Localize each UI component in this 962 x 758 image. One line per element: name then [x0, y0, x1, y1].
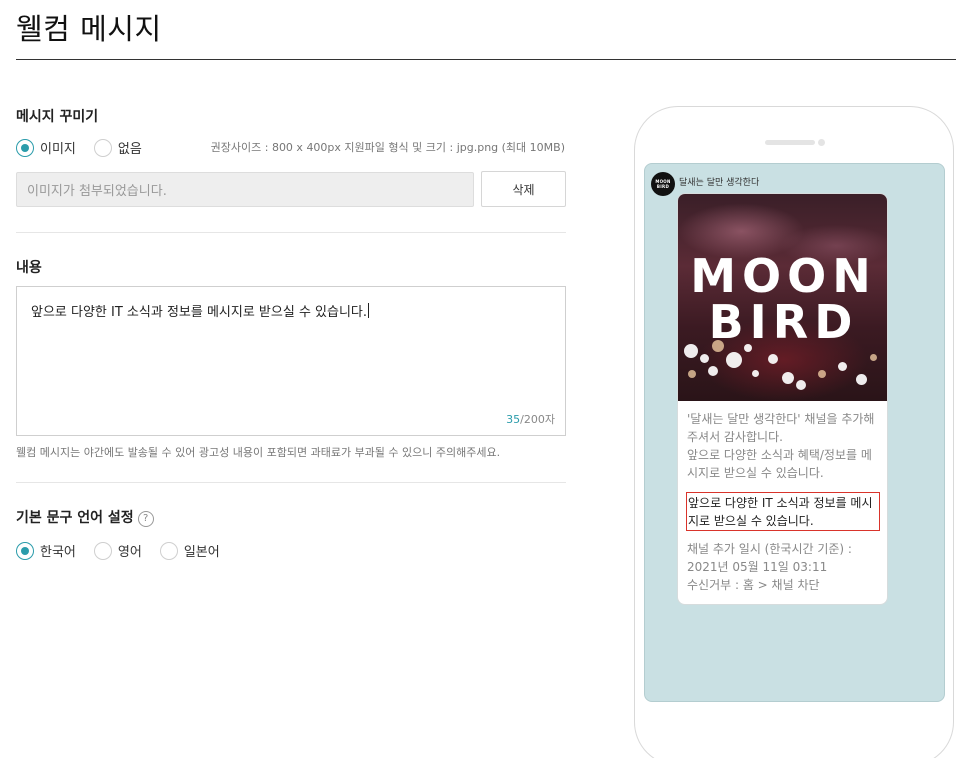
intro-line: 시지로 받으실 수 있습니다. — [687, 466, 824, 480]
intro-line: 앞으로 다양한 소식과 혜택/정보를 메 — [687, 448, 872, 462]
radio-image-label: 이미지 — [40, 142, 76, 157]
radio-korean-label: 한국어 — [40, 545, 76, 560]
image-file-status: 이미지가 첨부되었습니다. — [27, 184, 167, 199]
bokeh-light — [684, 344, 698, 358]
bokeh-light — [782, 372, 794, 384]
bokeh-light — [700, 354, 709, 363]
page-title: 웰컴 메시지 — [16, 12, 162, 46]
image-size-hint: 권장사이즈 : 800 x 400px 지원파일 형식 및 크기 : jpg.p… — [210, 141, 565, 154]
intro-line: '달새는 달만 생각한다' 채널을 추가해 — [687, 412, 875, 426]
decoration-radio-group: 이미지 없음 — [16, 138, 160, 157]
night-send-warning: 웰컴 메시지는 야간에도 발송될 수 있어 광고성 내용이 포함되면 과태료가 … — [16, 446, 501, 459]
language-section-label: 기본 문구 언어 설정? — [16, 507, 154, 527]
radio-english-indicator[interactable] — [93, 541, 112, 560]
bubble-footer: 채널 추가 일시 (한국시간 기준) : 2021년 05월 11일 03:11… — [687, 540, 883, 594]
radio-none-indicator[interactable] — [93, 138, 112, 157]
message-content-textarea[interactable]: 앞으로 다양한 IT 소식과 정보를 메시지로 받으실 수 있습니다. 35/2… — [16, 286, 566, 436]
intro-line: 주셔서 감사합니다. — [687, 430, 783, 444]
character-counter: 35/200자 — [506, 411, 555, 427]
bokeh-light — [752, 370, 759, 377]
bokeh-light — [726, 352, 742, 368]
radio-none-label: 없음 — [117, 142, 142, 157]
bokeh-light — [838, 362, 847, 371]
character-count-current: 35 — [506, 413, 521, 426]
message-content-text: 앞으로 다양한 IT 소식과 정보를 메시지로 받으실 수 있습니다. — [31, 305, 368, 320]
custom-message-highlight: 앞으로 다양한 IT 소식과 정보를 메시 지로 받으실 수 있습니다. — [686, 492, 880, 531]
bokeh-light — [870, 354, 877, 361]
avatar-text-line2: BIRD — [656, 184, 670, 189]
custom-line: 앞으로 다양한 IT 소식과 정보를 메시 — [688, 496, 873, 510]
radio-english-label: 영어 — [117, 545, 142, 560]
brand-logo-line2: BIRD — [708, 295, 859, 349]
radio-none[interactable]: 없음 — [93, 138, 142, 157]
radio-korean-indicator[interactable] — [16, 541, 34, 560]
text-caret — [368, 303, 370, 318]
decoration-section-label: 메시지 꾸미기 — [16, 109, 99, 125]
character-count-max: /200자 — [520, 413, 555, 426]
language-radio-group: 한국어 영어 일본어 — [16, 541, 238, 560]
radio-korean[interactable]: 한국어 — [16, 541, 76, 560]
bokeh-light — [796, 380, 806, 390]
language-section-title: 기본 문구 언어 설정 — [16, 510, 134, 526]
footer-line: 채널 추가 일시 (한국시간 기준) : — [687, 542, 852, 556]
radio-japanese[interactable]: 일본어 — [159, 541, 220, 560]
phone-screen: MOON BIRD 달새는 달만 생각한다 MOON BIRD '달새는 달만 … — [644, 163, 945, 702]
radio-japanese-indicator[interactable] — [159, 541, 178, 560]
title-divider — [16, 59, 956, 60]
bokeh-light — [688, 370, 696, 378]
intro-message: '달새는 달만 생각한다' 채널을 추가해 주셔서 감사합니다. 앞으로 다양한… — [687, 410, 883, 482]
brand-logo-line1: MOON — [690, 249, 877, 303]
delete-image-button[interactable]: 삭제 — [481, 171, 566, 207]
footer-line: 2021년 05월 11일 03:11 — [687, 560, 828, 574]
footer-line: 수신거부 : 홈 > 채널 차단 — [687, 578, 820, 592]
content-section-label: 내용 — [16, 260, 42, 276]
channel-avatar: MOON BIRD — [651, 172, 675, 196]
radio-image[interactable]: 이미지 — [16, 138, 76, 157]
image-file-field[interactable]: 이미지가 첨부되었습니다. — [16, 172, 474, 207]
message-bubble: MOON BIRD '달새는 달만 생각한다' 채널을 추가해 주셔서 감사합니… — [677, 193, 888, 605]
section-divider — [16, 482, 566, 483]
phone-camera — [818, 139, 825, 146]
radio-image-indicator[interactable] — [16, 138, 34, 157]
phone-preview: MOON BIRD 달새는 달만 생각한다 MOON BIRD '달새는 달만 … — [634, 106, 954, 758]
bokeh-light — [708, 366, 718, 376]
channel-name: 달새는 달만 생각한다 — [679, 178, 760, 188]
radio-english[interactable]: 영어 — [93, 541, 142, 560]
bokeh-light — [818, 370, 826, 378]
bubble-image: MOON BIRD — [678, 194, 887, 401]
phone-speaker — [765, 140, 815, 145]
bokeh-light — [768, 354, 778, 364]
help-icon[interactable]: ? — [137, 510, 154, 527]
section-divider — [16, 232, 566, 233]
bokeh-light — [856, 374, 867, 385]
radio-japanese-label: 일본어 — [183, 545, 220, 560]
custom-line: 지로 받으실 수 있습니다. — [688, 514, 814, 528]
